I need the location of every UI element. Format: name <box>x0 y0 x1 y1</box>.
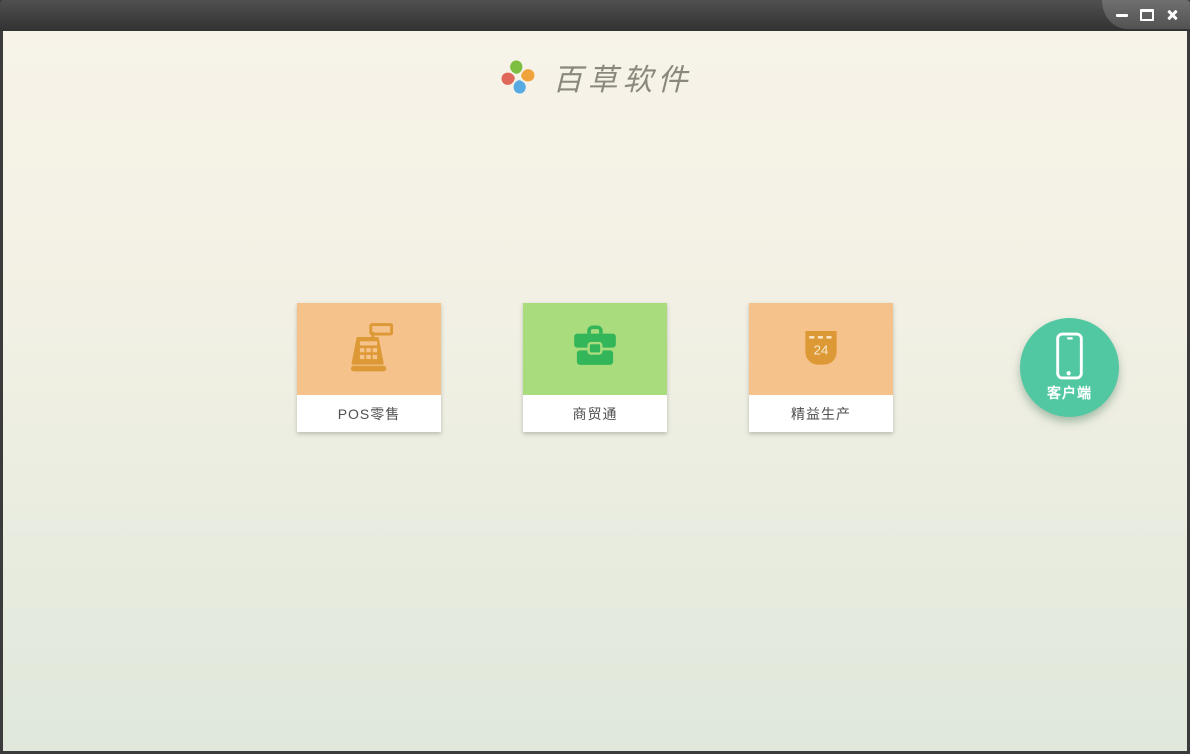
product-card-label: 精益生产 <box>791 405 851 422</box>
title-bar[interactable] <box>0 0 1190 31</box>
app-title: 百草软件 <box>552 63 693 98</box>
maximize-icon <box>1140 8 1154 21</box>
product-card-lean-production[interactable]: 24 精益生产 <box>749 303 893 432</box>
product-tile <box>523 303 667 395</box>
product-card-trade[interactable]: 商贸通 <box>523 303 667 432</box>
product-tile: 24 <box>749 303 893 395</box>
briefcase-icon <box>574 325 616 365</box>
close-icon <box>1166 9 1178 21</box>
smartphone-icon <box>1056 332 1083 380</box>
minimize-button[interactable] <box>1111 5 1133 25</box>
window-controls <box>1102 0 1190 29</box>
calendar-icon: 24 <box>805 331 837 365</box>
client-app-button[interactable]: 客户端 <box>1020 318 1119 417</box>
main-content: 百草软件 POS零售 商贸通 24 精益生产 客户端 <box>3 31 1187 751</box>
client-button-label: 客户端 <box>1047 385 1092 401</box>
product-card-pos-retail[interactable]: POS零售 <box>297 303 441 432</box>
product-tile <box>297 303 441 395</box>
calendar-day-text: 24 <box>814 342 829 357</box>
maximize-button[interactable] <box>1136 5 1158 25</box>
close-button[interactable] <box>1161 5 1183 25</box>
pinwheel-icon <box>501 60 534 94</box>
app-window: 百草软件 POS零售 商贸通 24 精益生产 客户端 <box>0 0 1190 754</box>
product-card-label: 商贸通 <box>572 405 618 422</box>
minimize-icon <box>1116 14 1128 17</box>
cash-register-icon <box>350 323 394 372</box>
app-logo: 百草软件 <box>3 55 1187 99</box>
product-card-label: POS零售 <box>337 405 401 422</box>
